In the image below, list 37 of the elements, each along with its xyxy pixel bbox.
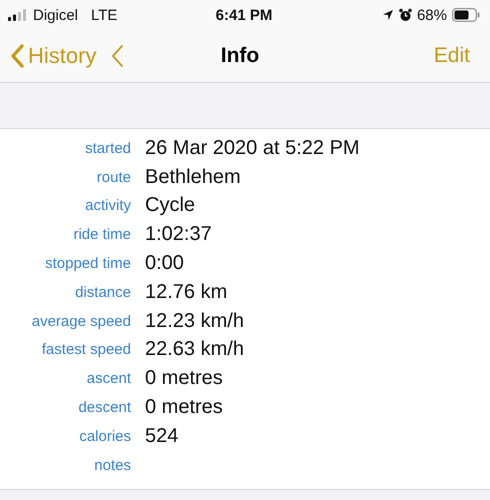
network-type: LTE [91, 6, 118, 24]
location-arrow-icon [382, 9, 394, 21]
field-value: 0 metres [145, 367, 224, 390]
battery-percent: 68% [416, 6, 447, 24]
field-value: 26 Mar 2020 at 5:22 PM [145, 136, 361, 160]
clock-time: 6:41 PM [216, 6, 272, 24]
field-label: activity [84, 197, 131, 214]
field-value: 0:00 [145, 252, 185, 276]
field-label: notes [93, 456, 131, 474]
carrier-name: Digicel [33, 6, 78, 24]
battery-icon [452, 8, 480, 22]
edit-button[interactable]: Edit [310, 44, 470, 68]
nav-title: Info [220, 44, 260, 68]
chevron-left-icon [110, 44, 124, 68]
chevron-left-icon [10, 44, 24, 68]
field-label: route [96, 168, 131, 186]
field-label: started [84, 140, 131, 157]
field-value: 12.23 km/h [145, 310, 245, 333]
field-value: 1:02:37 [145, 223, 213, 246]
field-label: distance [74, 284, 131, 301]
field-label: ride time [72, 226, 131, 244]
field-label: descent [77, 399, 131, 416]
field-value: 12.76 km [145, 280, 228, 304]
back-button[interactable]: History [10, 43, 96, 69]
field-label: calories [78, 428, 131, 445]
field-value: Cycle [145, 194, 196, 218]
field-label: ascent [86, 370, 131, 388]
alarm-clock-icon [398, 8, 412, 22]
signal-icon [8, 9, 28, 21]
field-value: 524 [145, 424, 180, 448]
field-value: Bethlehem [145, 166, 242, 189]
field-label: stopped time [44, 255, 131, 272]
field-label: average speed [30, 312, 131, 330]
previous-button[interactable] [110, 44, 124, 68]
field-label: fastest speed [40, 341, 131, 358]
field-value: 22.63 km/h [145, 338, 245, 362]
field-value: 0 metres [145, 396, 224, 420]
